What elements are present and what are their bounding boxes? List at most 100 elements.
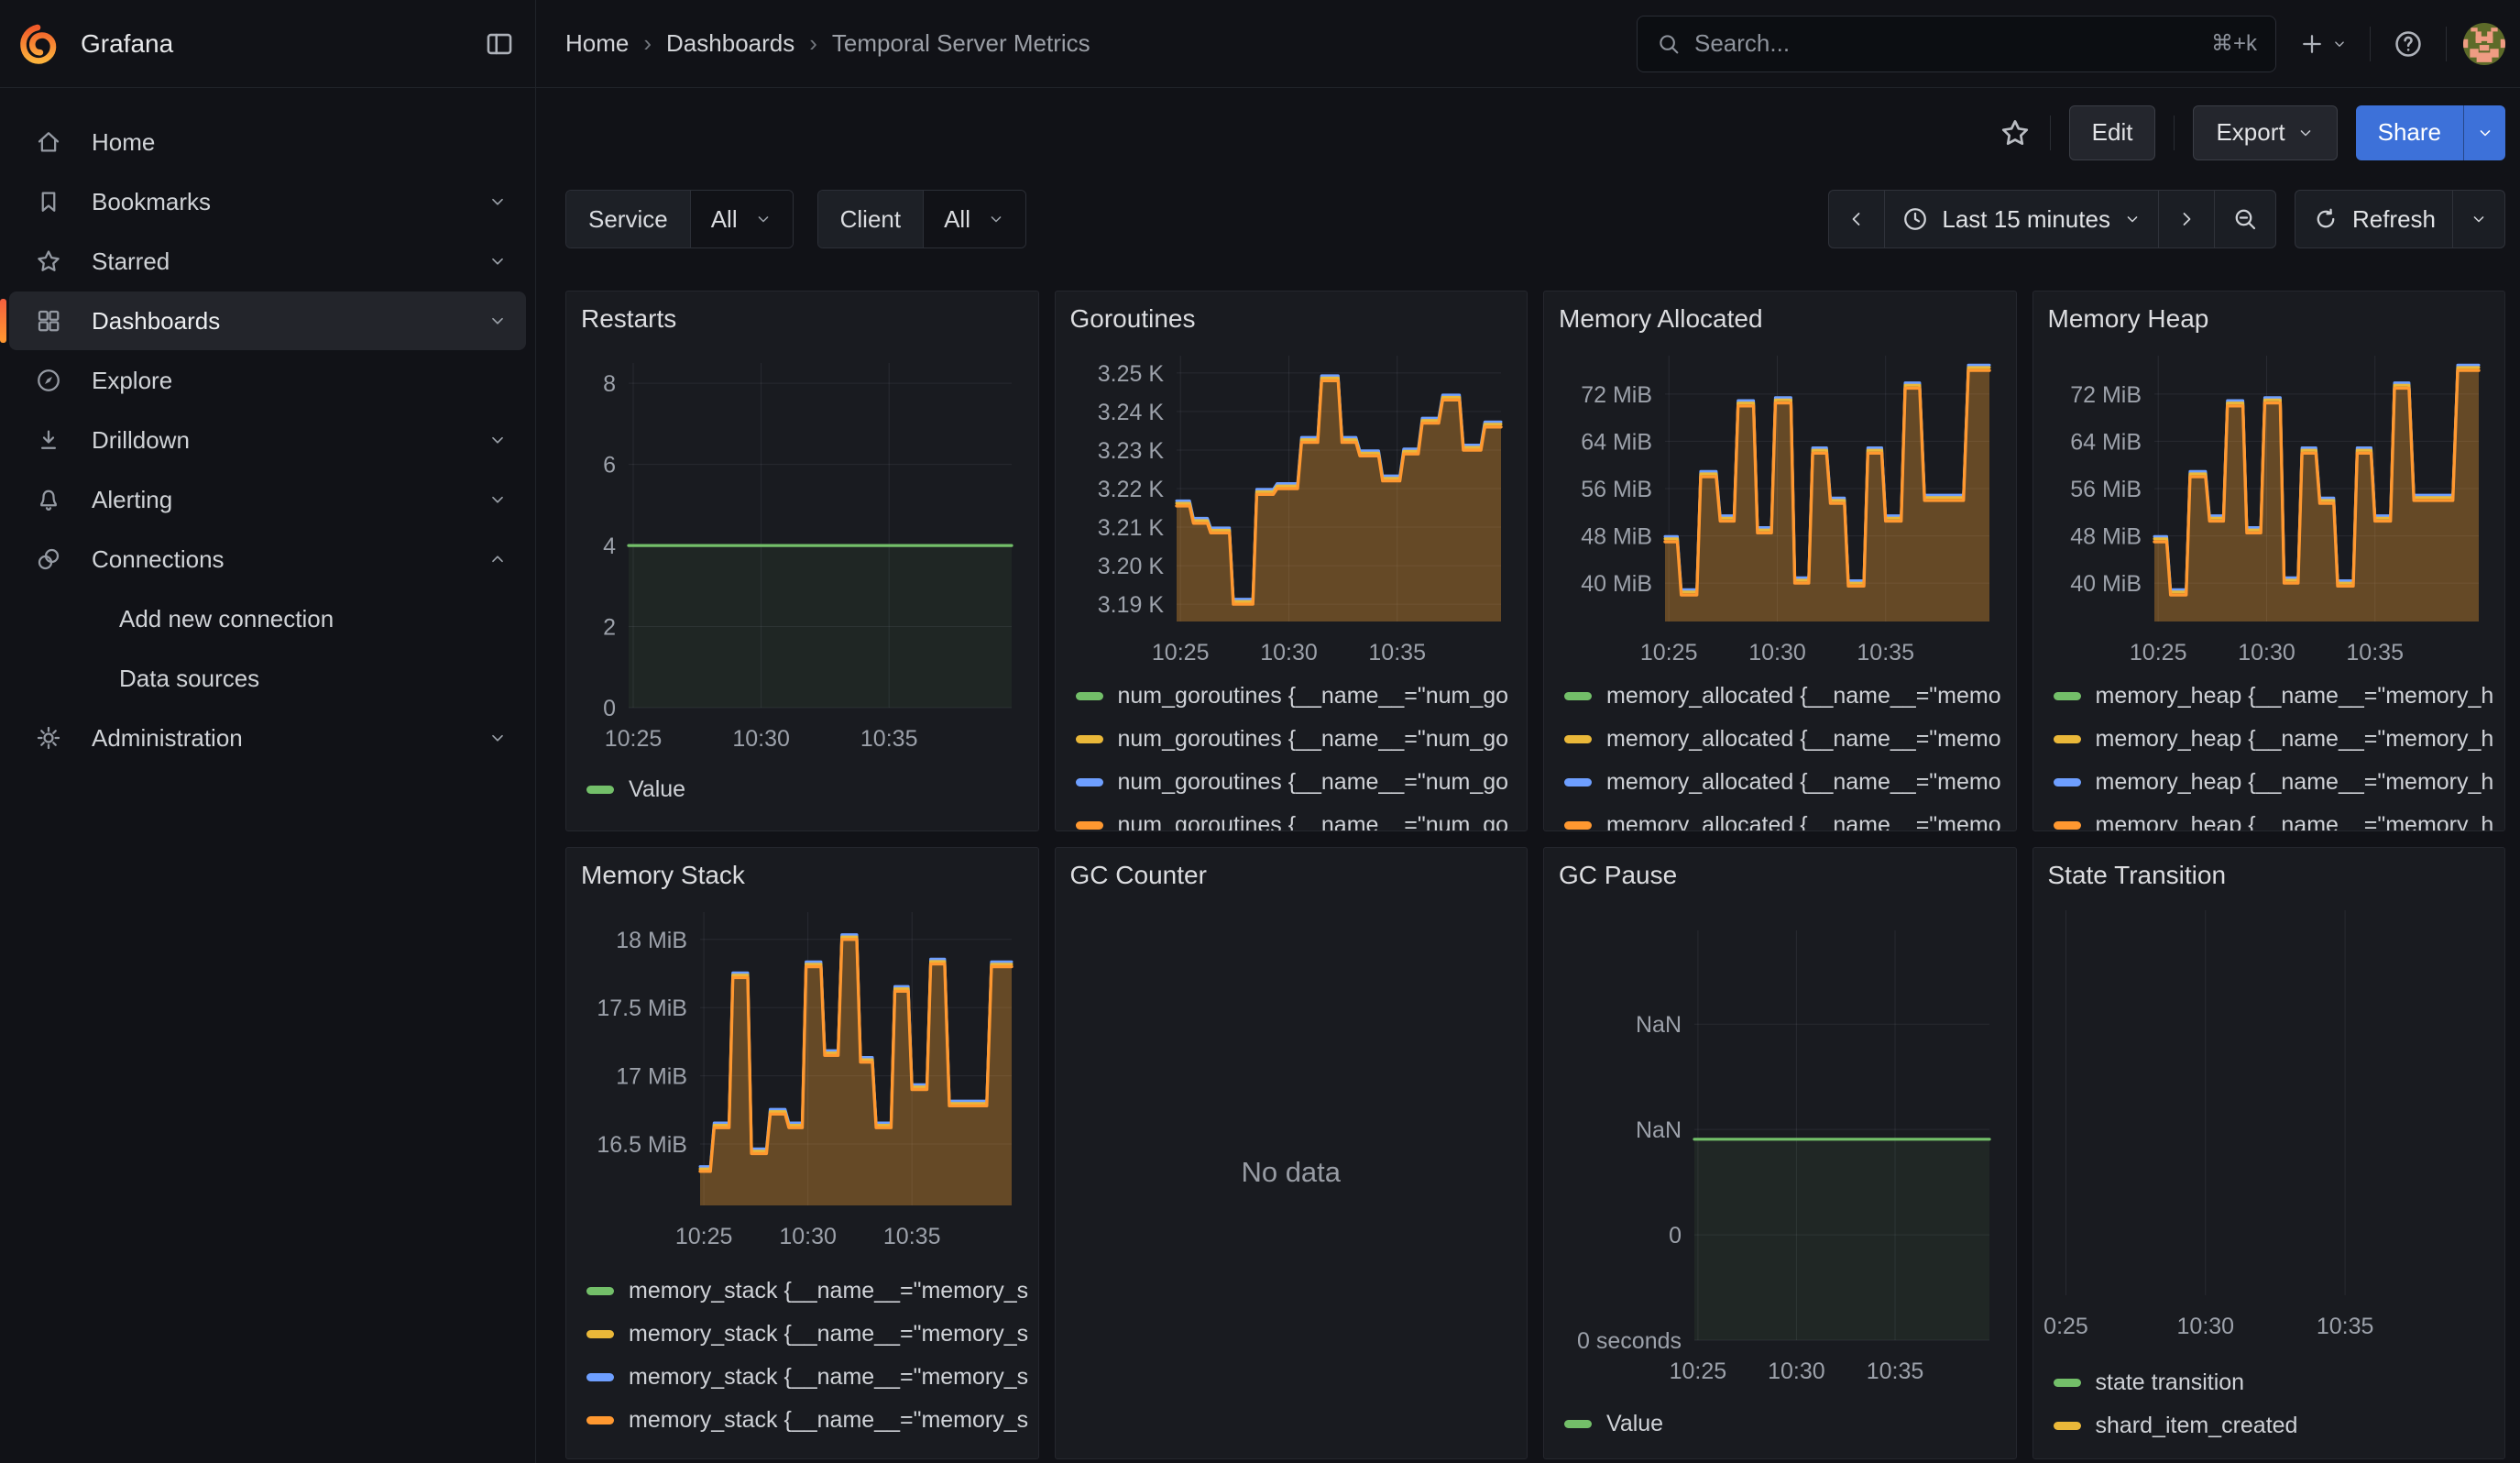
svg-text:4: 4: [603, 534, 616, 559]
sidebar-item-label: Dashboards: [92, 307, 220, 336]
legend-item[interactable]: memory_allocated {__name__="memo: [1559, 718, 2001, 761]
svg-text:10:30: 10:30: [732, 726, 790, 752]
restarts-chart[interactable]: 0246810:2510:3010:35: [581, 343, 1023, 764]
goroutines-chart[interactable]: 3.19 K3.20 K3.21 K3.22 K3.23 K3.24 K3.25…: [1070, 343, 1512, 671]
chevron-down-icon[interactable]: [488, 728, 508, 748]
legend-item[interactable]: num_goroutines {__name__="num_go: [1070, 804, 1513, 831]
chevron-right-icon: [2175, 208, 2197, 230]
memory-stack-chart[interactable]: 16.5 MiB17 MiB17.5 MiB18 MiB10:2510:3010…: [581, 899, 1023, 1266]
panel-title[interactable]: Memory Heap: [2048, 304, 2491, 343]
legend-item[interactable]: memory_allocated {__name__="memo: [1559, 761, 2001, 804]
sidebar-item-drilldown[interactable]: Drilldown: [9, 411, 526, 469]
breadcrumb-home[interactable]: Home: [565, 29, 629, 58]
state-transition-chart[interactable]: 0:2510:3010:35: [2048, 899, 2490, 1358]
panel-title[interactable]: Goroutines: [1070, 304, 1513, 343]
share-chevron-icon[interactable]: [2463, 105, 2505, 160]
legend-item[interactable]: memory_heap {__name__="memory_h: [2048, 675, 2491, 718]
panel-title[interactable]: GC Pause: [1559, 861, 2001, 899]
sidebar-item-alerting[interactable]: Alerting: [9, 470, 526, 529]
svg-text:3.24 K: 3.24 K: [1097, 400, 1164, 425]
client-filter-value[interactable]: All: [924, 191, 1025, 248]
chevron-down-icon: [2123, 210, 2142, 228]
add-new-button[interactable]: [2293, 30, 2353, 58]
svg-text:0 seconds: 0 seconds: [1577, 1328, 1682, 1354]
legend-item[interactable]: memory_stack {__name__="memory_s: [581, 1356, 1024, 1399]
chevron-down-icon[interactable]: [488, 430, 508, 450]
search-box[interactable]: ⌘+k: [1637, 16, 2276, 72]
gc-pause-chart[interactable]: 0 seconds0NaNNaN10:2510:3010:35: [1559, 899, 2000, 1399]
svg-text:64 MiB: 64 MiB: [1581, 429, 1652, 455]
breadcrumb-dashboards[interactable]: Dashboards: [666, 29, 794, 58]
legend-item[interactable]: state transition: [2048, 1361, 2491, 1404]
sidebar-item-connections[interactable]: Connections: [9, 530, 526, 588]
zoom-out-button[interactable]: [2214, 191, 2275, 248]
legend-item[interactable]: num_goroutines {__name__="num_go: [1070, 718, 1513, 761]
panel-title[interactable]: Restarts: [581, 304, 1024, 343]
edit-button[interactable]: Edit: [2069, 105, 2156, 160]
svg-text:72 MiB: 72 MiB: [1581, 382, 1652, 408]
chevron-down-icon[interactable]: [488, 311, 508, 331]
sidebar-toggle-icon[interactable]: [484, 28, 515, 60]
share-button[interactable]: Share: [2356, 105, 2505, 160]
user-avatar[interactable]: [2463, 23, 2505, 65]
legend-label: memory_stack {__name__="memory_s: [629, 1364, 1028, 1391]
chevron-up-icon[interactable]: [488, 549, 508, 569]
sidebar-item-starred[interactable]: Starred: [9, 232, 526, 291]
sidebar-item-data-sources[interactable]: Data sources: [9, 649, 526, 708]
legend-item[interactable]: memory_stack {__name__="memory_s: [581, 1399, 1024, 1442]
legend-item[interactable]: shard_item_created: [2048, 1404, 2491, 1447]
chevron-left-icon: [1846, 208, 1868, 230]
legend-item[interactable]: Value: [1559, 1402, 2001, 1446]
search-shortcut: ⌘+k: [2211, 30, 2257, 57]
brand-label[interactable]: Grafana: [81, 29, 173, 59]
sidebar-item-home[interactable]: Home: [9, 113, 526, 171]
refresh-interval-button[interactable]: [2452, 191, 2504, 248]
legend-item[interactable]: num_goroutines {__name__="num_go: [1070, 761, 1513, 804]
chevron-down-icon[interactable]: [488, 192, 508, 212]
svg-text:NaN: NaN: [1636, 1117, 1682, 1143]
svg-text:10:35: 10:35: [883, 1224, 941, 1249]
sidebar-item-add-new-connection[interactable]: Add new connection: [9, 589, 526, 648]
legend-item[interactable]: Value: [581, 768, 1024, 811]
sidebar-item-bookmarks[interactable]: Bookmarks: [9, 172, 526, 231]
panel-gc-pause: GC Pause0 seconds0NaNNaN10:2510:3010:35V…: [1543, 847, 2017, 1459]
time-shift-forward-button[interactable]: [2158, 191, 2214, 248]
legend-item[interactable]: num_goroutines {__name__="num_go: [1070, 675, 1513, 718]
time-shift-back-button[interactable]: [1829, 191, 1884, 248]
memory-allocated-chart[interactable]: 40 MiB48 MiB56 MiB64 MiB72 MiB10:2510:30…: [1559, 343, 2000, 671]
refresh-icon: [2312, 205, 2339, 233]
svg-text:0: 0: [1669, 1223, 1682, 1248]
favorite-star-icon[interactable]: [1999, 116, 2032, 149]
sidebar-item-administration[interactable]: Administration: [9, 709, 526, 767]
legend-item[interactable]: memory_allocated {__name__="memo: [1559, 675, 2001, 718]
memory-heap-chart[interactable]: 40 MiB48 MiB56 MiB64 MiB72 MiB10:2510:30…: [2048, 343, 2490, 671]
panel-title[interactable]: GC Counter: [1070, 861, 1513, 899]
sidebar-item-dashboards[interactable]: Dashboards: [9, 292, 526, 350]
legend-item[interactable]: memory_stack {__name__="memory_s: [581, 1270, 1024, 1313]
gear-icon: [33, 724, 64, 752]
service-filter-value[interactable]: All: [691, 191, 793, 248]
chevron-down-icon[interactable]: [488, 251, 508, 271]
legend-item[interactable]: memory_heap {__name__="memory_h: [2048, 804, 2491, 831]
chevron-down-icon[interactable]: [488, 490, 508, 510]
legend-label: memory_heap {__name__="memory_h: [2096, 683, 2494, 710]
export-button[interactable]: Export: [2193, 105, 2337, 160]
time-range-picker[interactable]: Last 15 minutes: [1884, 191, 2158, 248]
sidebar-item-label: Administration: [92, 724, 243, 753]
svg-text:10:30: 10:30: [1768, 1358, 1825, 1384]
panel-title[interactable]: State Transition: [2048, 861, 2491, 899]
help-icon[interactable]: [2387, 28, 2429, 60]
svg-text:8: 8: [603, 371, 616, 397]
refresh-button[interactable]: Refresh: [2295, 191, 2452, 248]
panel-title[interactable]: Memory Stack: [581, 861, 1024, 899]
sidebar-item-explore[interactable]: Explore: [9, 351, 526, 410]
legend-item[interactable]: memory_heap {__name__="memory_h: [2048, 761, 2491, 804]
sidebar-item-label: Starred: [92, 248, 170, 276]
legend-item[interactable]: memory_allocated {__name__="memo: [1559, 804, 2001, 831]
svg-text:56 MiB: 56 MiB: [1581, 477, 1652, 502]
legend-item[interactable]: memory_heap {__name__="memory_h: [2048, 718, 2491, 761]
panel-title[interactable]: Memory Allocated: [1559, 304, 2001, 343]
legend-item[interactable]: memory_stack {__name__="memory_s: [581, 1313, 1024, 1356]
panel-memory-heap: Memory Heap40 MiB48 MiB56 MiB64 MiB72 Mi…: [2032, 291, 2506, 831]
search-input[interactable]: [1694, 29, 2211, 58]
